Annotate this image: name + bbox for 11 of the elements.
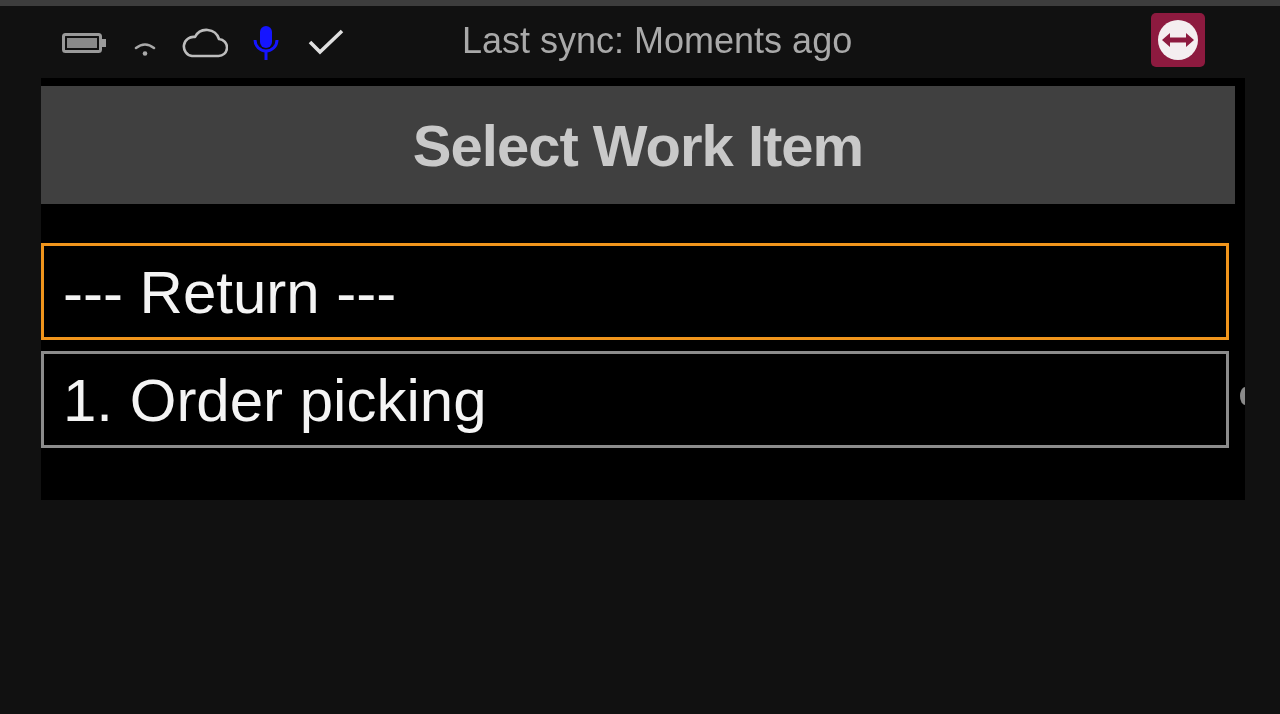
work-item[interactable]: 1. Order picking — [41, 351, 1229, 448]
screen-title: Select Work Item — [41, 86, 1235, 204]
sync-status-text: Last sync: Moments ago — [462, 20, 853, 62]
work-item[interactable]: --- Return --- — [41, 243, 1229, 340]
scroll-handle[interactable] — [1240, 387, 1245, 405]
checkmark-icon — [308, 29, 344, 55]
wifi-icon — [134, 42, 156, 56]
remote-support-icon[interactable] — [1151, 13, 1205, 67]
cloud-icon — [182, 28, 228, 58]
battery-icon — [62, 33, 106, 53]
microphone-icon — [252, 25, 280, 61]
